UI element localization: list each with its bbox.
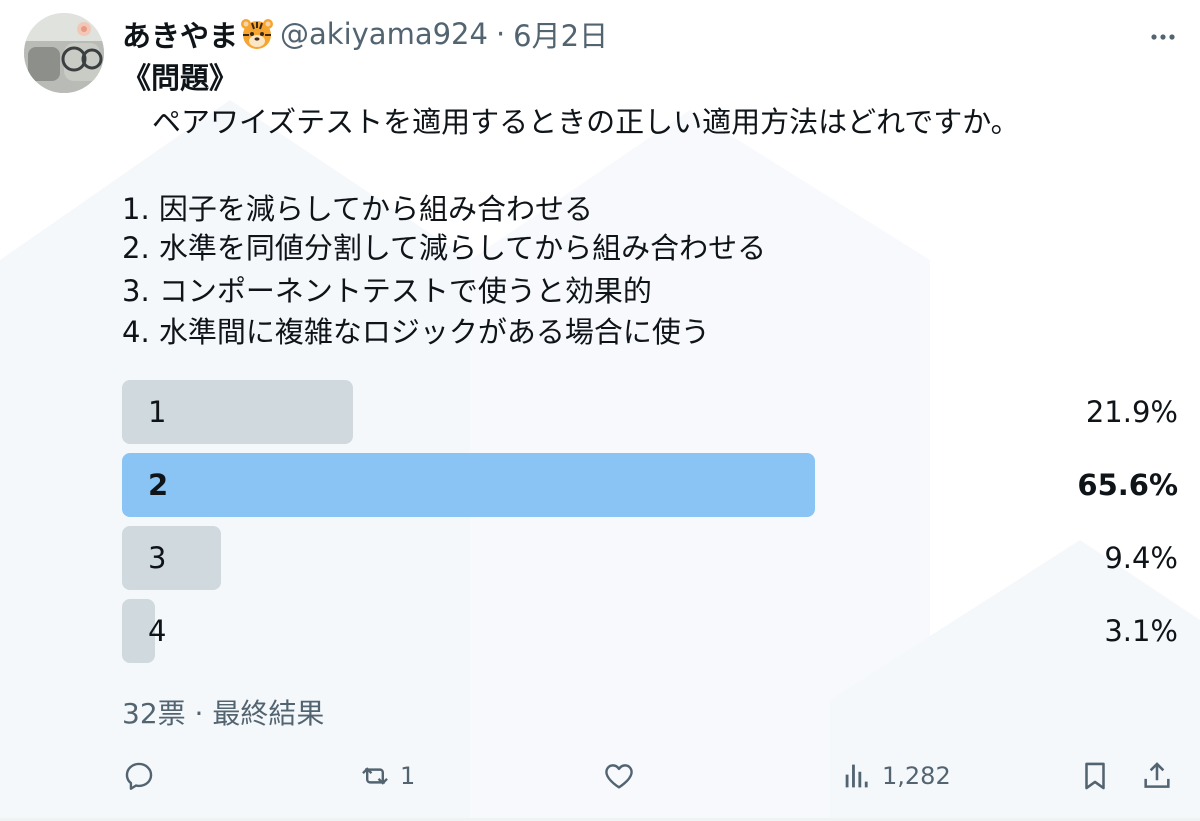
action-bar: 1 1,282 <box>122 752 1178 800</box>
display-name[interactable]: あきやま <box>122 13 238 55</box>
more-options-button[interactable] <box>1146 20 1180 54</box>
poll-option-percent: 21.9% <box>1085 395 1178 429</box>
tweet-card[interactable]: あきやま @akiyama924 · 6月2日 《問題》 ペアワイズテストを適用… <box>0 0 1200 821</box>
user-handle[interactable]: @akiyama924 <box>280 17 488 51</box>
poll-summary: 32票 · 最終結果 <box>122 697 325 730</box>
poll-option: 1 21.9% <box>122 380 1178 444</box>
bookmark-button[interactable] <box>1078 752 1112 800</box>
tweet-heading: 《問題》 <box>122 61 239 95</box>
bookmark-icon <box>1085 762 1105 790</box>
poll-option-label: 3 <box>148 541 167 575</box>
tweet-header: あきやま @akiyama924 · 6月2日 <box>122 14 608 54</box>
poll-option-label: 4 <box>148 614 167 648</box>
tiger-icon <box>240 17 274 51</box>
poll-option: 2 65.6% <box>122 453 1178 517</box>
choice-3: 3. コンポーネントテストで使うと効果的 <box>122 274 652 308</box>
analytics-icon <box>845 764 868 788</box>
heart-icon <box>605 764 633 789</box>
like-button[interactable] <box>602 752 636 800</box>
poll-bar-winner <box>122 453 815 517</box>
tweet-question: ペアワイズテストを適用するときの正しい適用方法はどれですか。 <box>152 105 1020 139</box>
avatar[interactable] <box>24 13 104 93</box>
reply-icon <box>125 762 153 790</box>
choice-2: 2. 水準を同値分割して減らしてから組み合わせる <box>122 231 767 265</box>
reply-button[interactable] <box>122 752 156 800</box>
separator-dot: · <box>495 17 506 51</box>
retweet-icon <box>362 767 388 785</box>
views-count: 1,282 <box>882 762 951 790</box>
retweet-button[interactable]: 1 <box>358 752 415 800</box>
poll: 1 21.9% 2 65.6% 3 9.4% 4 3.1% <box>122 380 1178 672</box>
avatar-image <box>24 13 104 93</box>
more-icon <box>1151 34 1175 40</box>
share-icon <box>1144 762 1170 788</box>
share-button[interactable] <box>1140 752 1174 800</box>
poll-option-percent: 3.1% <box>1104 614 1178 648</box>
poll-option: 3 9.4% <box>122 526 1178 590</box>
poll-option-label: 1 <box>148 395 167 429</box>
poll-option-percent: 9.4% <box>1104 541 1178 575</box>
poll-option-percent: 65.6% <box>1077 468 1178 502</box>
poll-option: 4 3.1% <box>122 599 1178 663</box>
tweet-date[interactable]: 6月2日 <box>513 13 608 55</box>
choice-1: 1. 因子を減らしてから組み合わせる <box>122 192 594 226</box>
choice-4: 4. 水準間に複雑なロジックがある場合に使う <box>122 315 710 349</box>
poll-option-label: 2 <box>148 468 169 502</box>
views-button[interactable]: 1,282 <box>840 752 951 800</box>
poll-bar <box>122 526 222 590</box>
retweet-count: 1 <box>400 762 416 790</box>
